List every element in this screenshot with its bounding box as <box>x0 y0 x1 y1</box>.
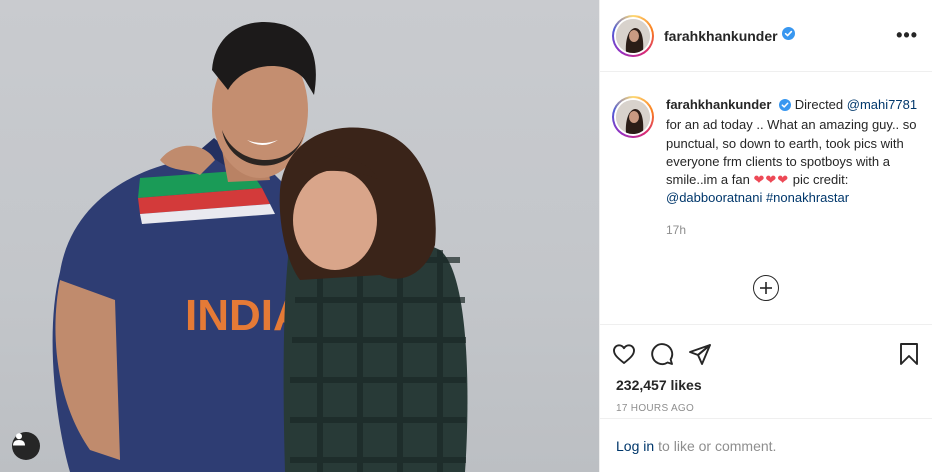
share-icon <box>689 344 711 365</box>
caption-avatar-image <box>616 100 650 134</box>
actions-section: 232,457 likes 17 HOURS AGO <box>600 324 932 414</box>
caption-intro: Directed <box>794 97 844 112</box>
tagged-users-button[interactable] <box>12 432 40 460</box>
hashtag-link[interactable]: #nonakhrastar <box>766 190 849 205</box>
header-username[interactable]: farahkhankunder <box>664 28 778 44</box>
caption-text: farahkhankunder Directed @mahi7781 for a… <box>666 96 918 208</box>
comment-button[interactable] <box>650 342 674 366</box>
action-bar <box>600 325 932 373</box>
verified-badge-icon <box>781 26 795 45</box>
post-details-panel: farahkhankunder ••• farahkhankunder Dire… <box>599 0 932 472</box>
avatar-image <box>616 18 650 53</box>
likes-count[interactable]: 232,457 likes <box>600 373 932 393</box>
post-photo[interactable]: INDIA <box>0 0 599 472</box>
comment-icon <box>651 343 674 366</box>
heart-icon <box>613 344 635 364</box>
bookmark-icon <box>900 343 918 365</box>
post-header: farahkhankunder ••• <box>600 0 932 72</box>
load-more-comments-button[interactable] <box>753 275 779 301</box>
post-image: INDIA <box>52 22 468 472</box>
login-prompt-text: to like or comment. <box>658 437 777 454</box>
caption-verified-icon <box>779 98 792 116</box>
caption-credit-label: pic credit: <box>792 172 849 188</box>
caption-username[interactable]: farahkhankunder <box>666 97 771 112</box>
login-prompt: Log in to like or comment. <box>600 418 932 472</box>
save-button[interactable] <box>897 342 921 366</box>
credit-mention-link[interactable]: @dabbooratnani <box>666 190 762 205</box>
share-button[interactable] <box>688 342 712 366</box>
caption: farahkhankunder Directed @mahi7781 for a… <box>612 96 918 208</box>
heart-emoji-icon: ❤❤❤ <box>753 172 790 188</box>
caption-time[interactable]: 17h <box>666 223 918 237</box>
plus-icon <box>760 282 772 294</box>
login-link[interactable]: Log in <box>616 438 654 454</box>
caption-body: for an ad today .. What an amazing guy..… <box>666 117 917 188</box>
like-button[interactable] <box>612 342 636 366</box>
more-options-icon[interactable]: ••• <box>896 25 918 46</box>
caption-avatar[interactable] <box>612 96 654 138</box>
post-timestamp[interactable]: 17 HOURS AGO <box>600 393 932 414</box>
user-icon <box>13 433 25 446</box>
profile-avatar[interactable] <box>612 14 654 57</box>
mention-link[interactable]: @mahi7781 <box>847 97 917 112</box>
